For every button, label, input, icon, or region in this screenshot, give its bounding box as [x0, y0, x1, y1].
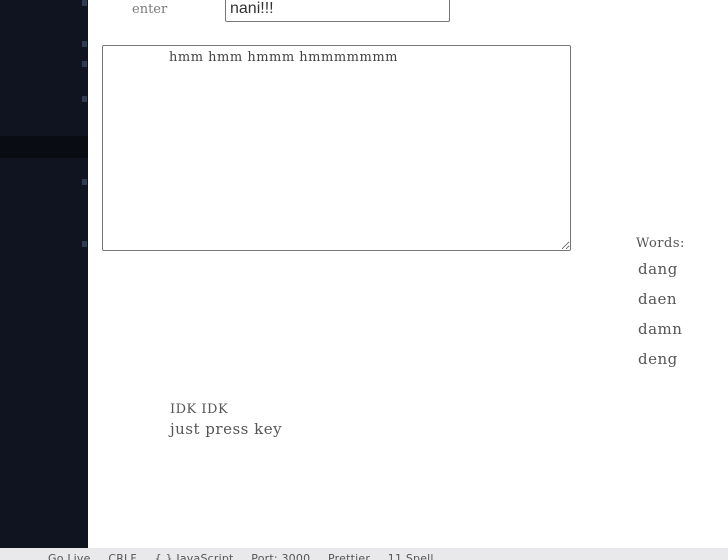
- word-item: damn: [638, 320, 683, 338]
- text-input[interactable]: [225, 0, 450, 22]
- sidebar-marker: [82, 61, 87, 67]
- activity-sidebar: [0, 0, 88, 548]
- word-item: deng: [638, 350, 678, 368]
- status-item-line-ending[interactable]: CRLF: [108, 552, 137, 560]
- output-text: IDK IDK just press key: [170, 401, 282, 439]
- sidebar-marker: [82, 241, 87, 247]
- status-item-language[interactable]: { } JavaScript: [155, 552, 234, 560]
- status-item-go-live[interactable]: Go Live: [48, 552, 91, 560]
- sidebar-marker: [82, 96, 87, 102]
- status-item-prettier[interactable]: Prettier: [328, 552, 370, 560]
- status-bar: Go Live CRLF { } JavaScript Port: 3000 P…: [0, 548, 728, 560]
- word-item: dang: [638, 260, 678, 278]
- status-item-spell[interactable]: 11 Spell: [388, 552, 434, 560]
- status-bar-items: Go Live CRLF { } JavaScript Port: 3000 P…: [48, 552, 448, 560]
- sidebar-marker: [82, 179, 87, 185]
- enter-label: enter: [132, 2, 168, 17]
- sidebar-marker: [82, 0, 87, 6]
- sidebar-active-item[interactable]: [0, 136, 88, 158]
- sidebar-marker: [82, 41, 87, 47]
- output-line: IDK IDK: [170, 402, 229, 417]
- word-list-title: Words:: [636, 236, 685, 251]
- output-line: just press key: [170, 420, 283, 438]
- text-area[interactable]: hmm hmm hmmm hmmmmmmm: [102, 45, 571, 251]
- word-item: daen: [638, 290, 678, 308]
- status-item-port[interactable]: Port: 3000: [251, 552, 310, 560]
- word-list: Words: dang daen damn deng: [636, 236, 685, 379]
